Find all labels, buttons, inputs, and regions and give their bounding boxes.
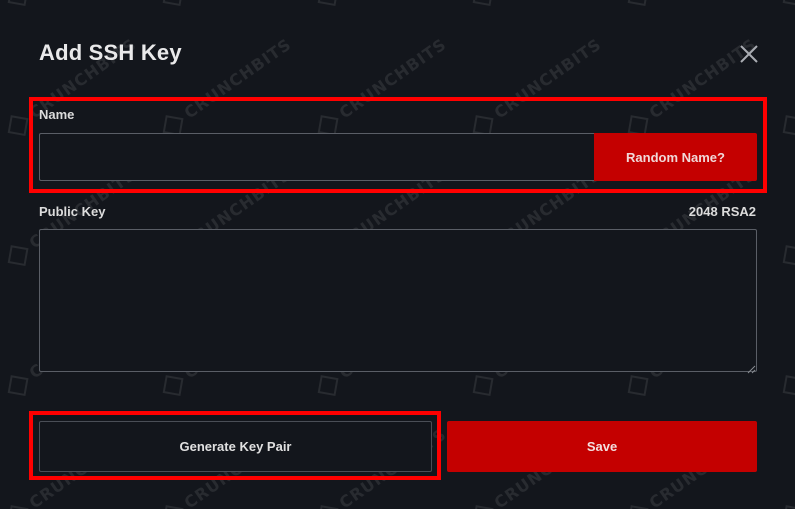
watermark-diamond-icon <box>317 504 339 509</box>
random-name-button[interactable]: Random Name? <box>594 133 757 181</box>
watermark-logo: CRUNCHBITS <box>4 0 140 8</box>
watermark-text: CRUNCHBITS <box>180 34 295 123</box>
watermark-diamond-icon <box>317 0 339 6</box>
watermark-diamond-icon <box>782 244 795 266</box>
watermark-diamond-icon <box>472 504 494 509</box>
name-input[interactable] <box>39 133 594 181</box>
watermark-diamond-icon <box>162 0 184 6</box>
watermark-diamond-icon <box>782 374 795 396</box>
public-key-label: Public Key <box>39 204 106 219</box>
watermark-diamond-icon <box>7 374 29 396</box>
watermark-diamond-icon <box>782 0 795 6</box>
watermark-logo: CRUNCHBITS <box>779 294 795 397</box>
watermark-diamond-icon <box>7 504 29 509</box>
watermark-diamond-icon <box>7 244 29 266</box>
resize-grip-icon[interactable] <box>746 361 756 374</box>
watermark-logo: CRUNCHBITS <box>779 164 795 267</box>
generate-key-pair-button[interactable]: Generate Key Pair <box>39 421 432 472</box>
watermark-diamond-icon <box>7 0 29 6</box>
watermark-logo: CRUNCHBITS <box>624 0 760 8</box>
public-key-textarea[interactable] <box>39 229 757 372</box>
watermark-text: CRUNCHBITS <box>335 34 450 123</box>
add-ssh-key-modal: CRUNCHBITS CRUNCHBITS CRUNCHBITS CRUNCHBITS… <box>0 0 795 509</box>
name-label: Name <box>39 107 75 122</box>
watermark-logo: CRUNCHBITS <box>469 0 605 8</box>
watermark-diamond-icon <box>782 504 795 509</box>
watermark-diamond-icon <box>627 374 649 396</box>
watermark-logo: CRUNCHBITS <box>469 34 605 137</box>
watermark-diamond-icon <box>782 114 795 136</box>
watermark-diamond-icon <box>162 374 184 396</box>
watermark-logo: CRUNCHBITS <box>314 34 450 137</box>
close-icon[interactable] <box>738 43 760 65</box>
modal-title: Add SSH Key <box>39 40 182 65</box>
watermark-diamond-icon <box>317 374 339 396</box>
watermark-diamond-icon <box>627 504 649 509</box>
watermark-logo: CRUNCHBITS <box>779 0 795 8</box>
watermark-diamond-icon <box>627 0 649 6</box>
watermark-diamond-icon <box>472 0 494 6</box>
key-type-label: 2048 RSA2 <box>688 204 756 219</box>
watermark-logo: CRUNCHBITS <box>159 0 295 8</box>
watermark-logo: CRUNCHBITS <box>314 0 450 8</box>
watermark-logo: CRUNCHBITS <box>779 34 795 137</box>
save-button[interactable]: Save <box>447 421 757 472</box>
watermark-diamond-icon <box>472 374 494 396</box>
watermark-diamond-icon <box>162 504 184 509</box>
watermark-text: CRUNCHBITS <box>490 34 605 123</box>
watermark-logo: CRUNCHBITS <box>779 424 795 509</box>
watermark-diamond-icon <box>7 114 29 136</box>
